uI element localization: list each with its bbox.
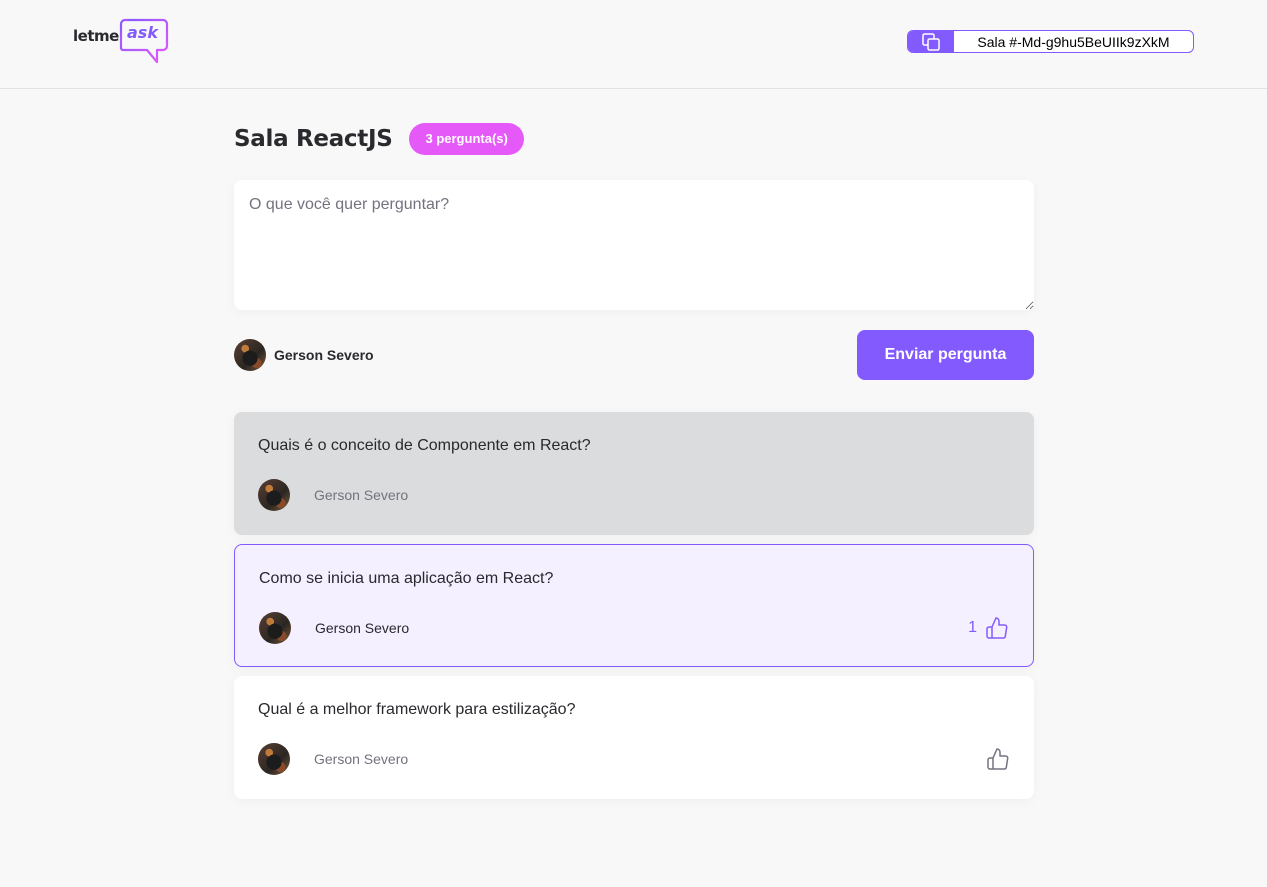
thumbs-up-icon <box>987 748 1009 770</box>
question-footer: Gerson Severo <box>258 479 1010 511</box>
question-form-footer: Gerson Severo Enviar pergunta <box>234 330 1034 380</box>
avatar <box>259 612 291 644</box>
avatar <box>258 479 290 511</box>
avatar <box>258 743 290 775</box>
room-title-row: Sala ReactJS 3 pergunta(s) <box>234 123 524 155</box>
question-author: Gerson Severo <box>259 612 409 644</box>
logo-ask-text: ask <box>127 23 158 42</box>
question-author-name: Gerson Severo <box>315 620 410 636</box>
room-title: Sala ReactJS <box>234 126 393 152</box>
question-footer: Gerson Severo 1 <box>259 612 1009 644</box>
copy-room-code-button[interactable]: Sala #-Md-g9hu5BeUIIk9zXkM <box>907 30 1194 53</box>
question-count-badge: 3 pergunta(s) <box>409 123 524 155</box>
send-question-button[interactable]: Enviar pergunta <box>857 330 1034 380</box>
avatar <box>234 339 266 371</box>
question-list: Quais é o conceito de Componente em Reac… <box>234 412 1034 808</box>
room-code-text: Sala #-Md-g9hu5BeUIIk9zXkM <box>977 33 1170 50</box>
copy-icon <box>922 32 940 51</box>
question-input[interactable] <box>234 180 1034 310</box>
thumbs-up-icon <box>986 617 1008 639</box>
question-card: Qual é a melhor framework para estilizaç… <box>234 676 1034 799</box>
question-author: Gerson Severo <box>258 743 408 775</box>
logo-letme-text: letme <box>73 27 119 45</box>
question-card-highlighted: Como se inicia uma aplicação em React? G… <box>234 544 1034 667</box>
current-user-name: Gerson Severo <box>274 347 374 363</box>
question-text: Quais é o conceito de Componente em Reac… <box>258 437 591 454</box>
like-button[interactable] <box>986 747 1010 771</box>
copy-icon-box[interactable] <box>908 31 954 52</box>
like-button[interactable]: 1 <box>968 616 1009 640</box>
question-author: Gerson Severo <box>258 479 408 511</box>
question-card-answered: Quais é o conceito de Componente em Reac… <box>234 412 1034 535</box>
question-footer: Gerson Severo <box>258 743 1010 775</box>
question-author-name: Gerson Severo <box>314 751 409 767</box>
like-count: 1 <box>968 619 977 636</box>
page-header: letme ask Sala #-Md-g9hu5BeUIIk9zXkM <box>0 0 1267 89</box>
current-user-info: Gerson Severo <box>234 339 374 371</box>
letmeask-logo: letme ask <box>73 18 169 66</box>
question-text: Qual é a melhor framework para estilizaç… <box>258 701 576 718</box>
question-author-name: Gerson Severo <box>314 487 409 503</box>
question-text: Como se inicia uma aplicação em React? <box>259 570 554 587</box>
